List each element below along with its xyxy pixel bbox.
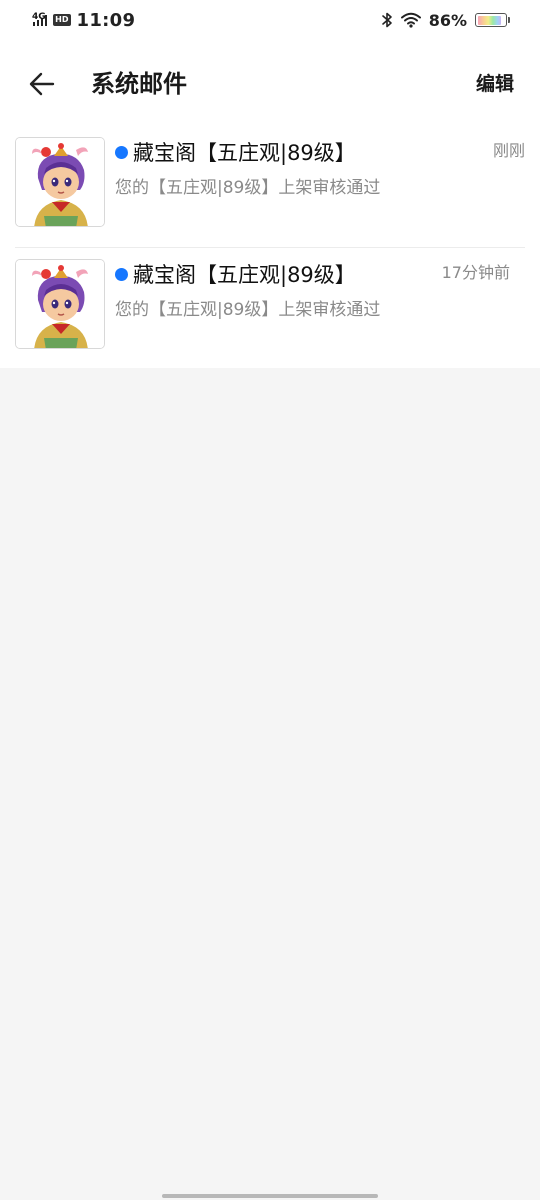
edit-button[interactable]: 编辑 [476,70,514,98]
character-avatar-icon [15,259,105,349]
character-avatar-icon [15,137,105,227]
mail-item[interactable]: 藏宝阁【五庄观|89级】 17分钟前 您的【五庄观|89级】上架审核通过 [15,247,525,368]
status-left: 4G HD 11:09 [32,10,135,31]
mail-time: 17分钟前 [441,263,510,282]
bluetooth-icon [381,12,392,28]
avatar-illustration [16,260,104,348]
avatar-illustration [16,138,104,226]
cellular-signal: 4G [32,11,48,26]
mail-preview: 您的【五庄观|89级】上架审核通过 [115,178,381,198]
mail-item[interactable]: 藏宝阁【五庄观|89级】 刚刚 您的【五庄观|89级】上架审核通过 [0,126,540,247]
network-type: 4G [32,11,46,22]
mail-time: 刚刚 [492,141,525,160]
unread-dot [115,268,128,281]
mail-title: 藏宝阁【五庄观|89级】 [133,141,356,165]
wifi-icon [400,12,421,28]
mail-preview: 您的【五庄观|89级】上架审核通过 [115,300,381,320]
status-bar: 4G HD 11:09 86% [0,0,540,40]
hd-badge: HD [53,14,71,26]
mail-title: 藏宝阁【五庄观|89级】 [133,263,356,287]
status-time: 11:09 [76,9,136,31]
home-indicator[interactable] [162,1194,378,1198]
battery-icon [475,13,510,27]
page-title: 系统邮件 [91,70,187,98]
arrow-left-icon [29,72,55,96]
mail-list: 藏宝阁【五庄观|89级】 刚刚 您的【五庄观|89级】上架审核通过 藏宝阁【五庄… [0,126,540,368]
unread-dot [115,146,128,159]
app-header: 系统邮件 编辑 [0,40,540,126]
status-right: 86% [381,11,510,30]
back-button[interactable] [26,68,58,100]
battery-fill [477,15,501,25]
battery-percent: 86% [428,10,467,30]
